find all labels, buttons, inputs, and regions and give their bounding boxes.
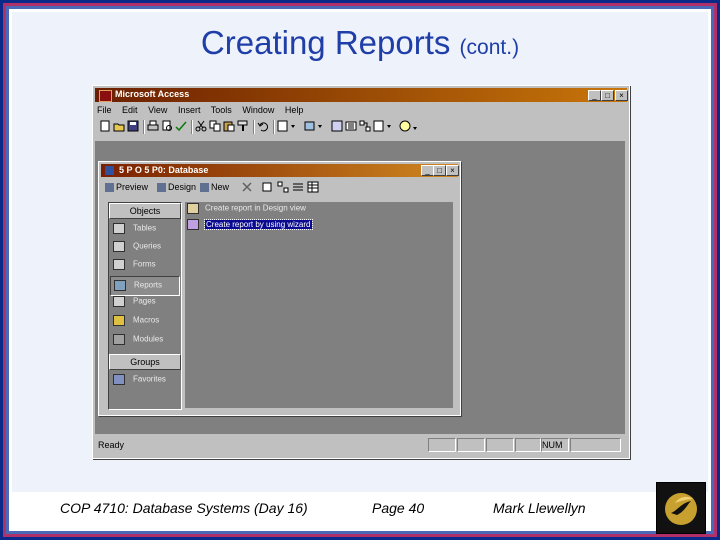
menu-edit[interactable]: Edit <box>122 105 138 115</box>
code-icon[interactable] <box>331 120 343 132</box>
slide-title: Creating Reports (cont.) <box>0 24 720 62</box>
menu-help[interactable]: Help <box>285 105 304 115</box>
toolbar-separator <box>143 120 145 134</box>
details-icon[interactable] <box>307 181 319 193</box>
list-item-design-view[interactable]: Create report in Design view <box>187 203 306 215</box>
delete-icon[interactable] <box>241 181 253 193</box>
menu-bar: File Edit View Insert Tools Window Help <box>97 105 311 117</box>
footer-page: Page 40 <box>372 500 425 516</box>
report-icon <box>114 280 126 291</box>
access-window-title: Microsoft Access <box>115 89 190 99</box>
object-modules[interactable]: Modules <box>113 334 163 348</box>
design-button[interactable]: Design <box>157 181 196 193</box>
table-icon <box>113 223 125 234</box>
access-key-icon <box>99 90 112 102</box>
preview-button[interactable]: Preview <box>105 181 148 193</box>
print-preview-icon[interactable] <box>161 120 173 132</box>
group-favorites[interactable]: Favorites <box>113 374 166 388</box>
object-reports[interactable]: Reports <box>110 276 180 296</box>
object-pages[interactable]: Pages <box>113 296 156 310</box>
print-icon[interactable] <box>147 120 159 132</box>
design-icon <box>157 183 166 193</box>
favorites-icon <box>113 374 125 385</box>
database-titlebar[interactable]: 5 P O 5 P0: Database _ □ × <box>101 164 459 177</box>
list-item-wizard[interactable]: Create report by using wizard <box>187 218 313 231</box>
list-icon[interactable] <box>292 181 304 193</box>
database-window-title: 5 P O 5 P0: Database <box>119 165 209 175</box>
objects-bar: Objects Tables Queries Forms Reports Pag… <box>108 202 182 410</box>
module-icon <box>113 334 125 345</box>
relationships-icon[interactable] <box>359 120 371 132</box>
spelling-icon[interactable] <box>175 120 187 132</box>
status-bar: Ready NUM <box>95 437 627 453</box>
page-icon <box>113 296 125 307</box>
footer-course: COP 4710: Database Systems (Day 16) <box>60 500 308 516</box>
toolbar-separator <box>253 120 255 134</box>
status-ready: Ready <box>98 440 125 450</box>
undo-icon[interactable] <box>257 120 269 132</box>
status-num: NUM <box>541 438 569 452</box>
cut-icon[interactable] <box>195 120 207 132</box>
menu-window[interactable]: Window <box>242 105 274 115</box>
large-icons-icon[interactable] <box>261 181 273 193</box>
preview-icon <box>105 183 114 193</box>
paste-icon[interactable] <box>223 120 235 132</box>
database-window: 5 P O 5 P0: Database _ □ × Preview Desig… <box>98 161 461 416</box>
wizard-icon <box>187 219 199 230</box>
properties-icon[interactable] <box>345 120 357 132</box>
slide-title-suffix: (cont.) <box>459 36 520 59</box>
object-macros[interactable]: Macros <box>113 315 159 329</box>
main-toolbar <box>99 120 499 136</box>
close-button[interactable]: × <box>615 90 628 101</box>
query-icon <box>113 241 125 252</box>
design-label: Design <box>168 182 197 192</box>
preview-label: Preview <box>116 182 149 192</box>
object-list: Create report in Design view Create repo… <box>185 202 453 408</box>
groups-header[interactable]: Groups <box>109 354 181 370</box>
object-tables[interactable]: Tables <box>113 223 156 237</box>
design-report-icon <box>187 203 199 214</box>
open-icon[interactable] <box>113 120 125 132</box>
menu-file[interactable]: File <box>97 105 112 115</box>
db-maximize-button[interactable]: □ <box>433 165 446 176</box>
ucf-pegasus-logo <box>656 482 706 534</box>
status-panel-2 <box>457 438 485 452</box>
db-close-button[interactable]: × <box>446 165 459 176</box>
menu-insert[interactable]: Insert <box>178 105 201 115</box>
new-icon[interactable] <box>99 120 111 132</box>
small-icons-icon[interactable] <box>277 181 289 193</box>
macro-icon <box>113 315 125 326</box>
menu-tools[interactable]: Tools <box>211 105 232 115</box>
object-queries[interactable]: Queries <box>113 241 161 255</box>
toolbar-separator <box>273 120 275 134</box>
footer-author: Mark Llewellyn <box>493 500 586 516</box>
maximize-button[interactable]: □ <box>601 90 614 101</box>
office-links-icon[interactable] <box>277 120 297 132</box>
menu-view[interactable]: View <box>148 105 167 115</box>
status-panel-4 <box>515 438 541 452</box>
object-forms[interactable]: Forms <box>113 259 156 273</box>
new-object-icon[interactable] <box>373 120 393 132</box>
status-panel-1 <box>428 438 456 452</box>
objects-header[interactable]: Objects <box>109 203 181 219</box>
database-icon <box>105 166 114 175</box>
status-panel-6 <box>570 438 621 452</box>
new-object-db-icon <box>200 183 209 193</box>
slide-title-main: Creating Reports <box>200 24 451 61</box>
form-icon <box>113 259 125 270</box>
toolbar-separator <box>191 120 193 134</box>
new-button[interactable]: New <box>200 181 229 193</box>
save-icon[interactable] <box>127 120 139 132</box>
analyze-icon[interactable] <box>304 120 324 132</box>
status-panel-3 <box>486 438 514 452</box>
minimize-button[interactable]: _ <box>588 90 601 101</box>
help-icon[interactable] <box>399 120 419 132</box>
access-titlebar[interactable]: Microsoft Access _ □ × <box>95 88 628 102</box>
copy-icon[interactable] <box>209 120 221 132</box>
new-label: New <box>211 182 230 192</box>
format-painter-icon[interactable] <box>237 120 249 132</box>
